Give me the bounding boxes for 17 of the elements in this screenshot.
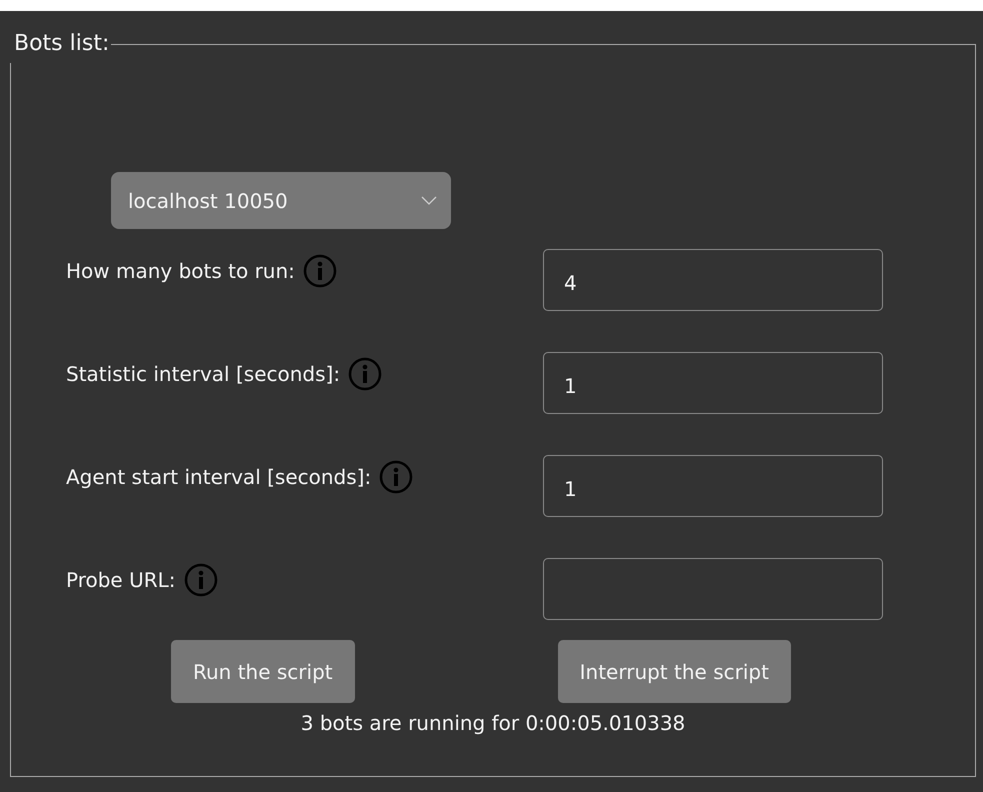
status-text: 3 bots are running for 0:00:05.010338 [300, 711, 686, 735]
server-dropdown[interactable]: localhost 10050 [111, 172, 451, 229]
field-label: Agent start interval [seconds]: [66, 465, 372, 489]
chevron-icon [421, 196, 437, 206]
field-label: Statistic interval [seconds]: [66, 362, 340, 386]
input-field[interactable]: 4 [543, 249, 883, 311]
field-label: How many bots to run: [66, 259, 295, 283]
input-field[interactable]: 1 [543, 352, 883, 414]
field-label: Probe URL: [66, 568, 176, 592]
script-button[interactable]: Run the script [171, 640, 355, 703]
input-field[interactable] [543, 558, 883, 620]
info-icon[interactable] [379, 460, 414, 494]
info-icon[interactable] [302, 254, 337, 288]
info-icon[interactable] [348, 357, 382, 391]
info-icon[interactable] [184, 563, 218, 597]
script-button[interactable]: Interrupt the script [558, 640, 791, 703]
input-field[interactable]: 1 [543, 455, 883, 517]
